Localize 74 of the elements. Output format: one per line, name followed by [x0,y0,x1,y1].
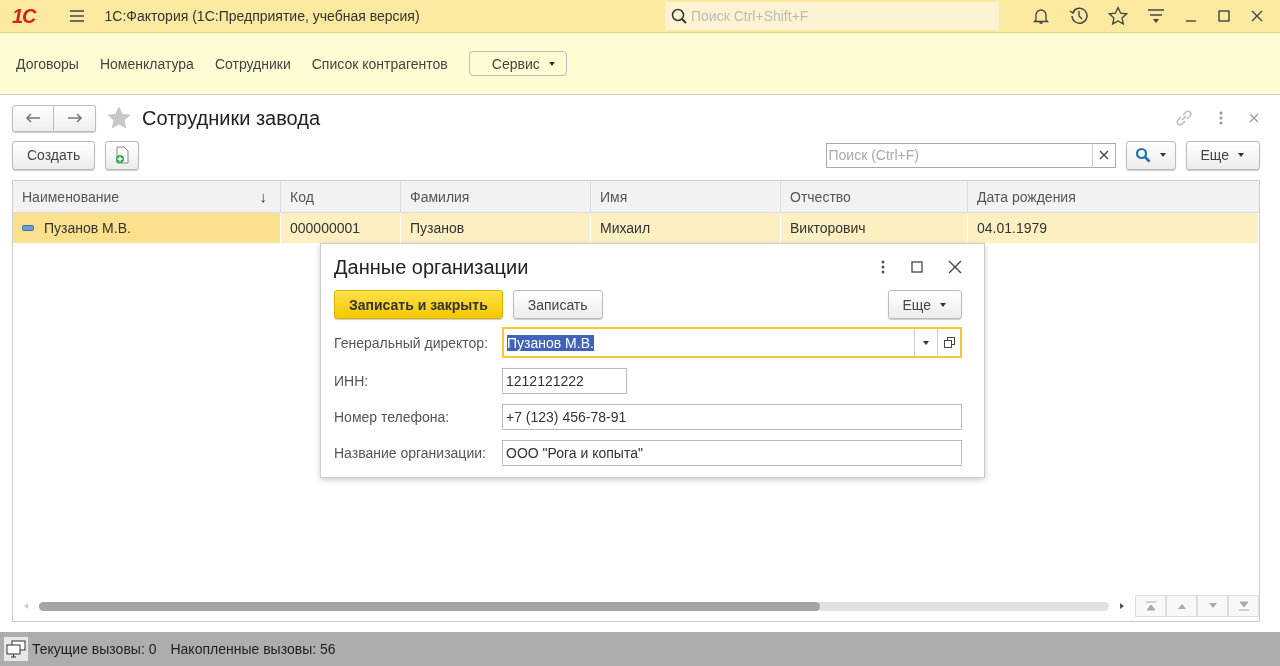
service-menu-button[interactable]: Сервис [468,51,567,76]
field-label: Номер телефона: [334,409,451,425]
sort-mark: ↓ [259,188,267,205]
maximize-icon[interactable] [911,261,923,273]
last-row-button[interactable] [1228,595,1259,617]
form-title: Сотрудники завода [142,106,321,130]
column-header[interactable]: Фамилия [401,181,591,212]
more-button[interactable]: Еще [887,290,962,319]
search-icon [1134,147,1151,163]
filter-icon[interactable] [1147,7,1165,25]
right-arrow-icon [66,113,83,123]
table-cell: Михаил [600,220,651,236]
more-options-icon[interactable] [880,259,886,275]
caret-icon [939,301,947,308]
section-link[interactable]: Сотрудники [214,55,291,72]
document-plus-icon [114,146,131,164]
app-title: 1С:Фактория (1С:Предприятие, учебная версия) [104,8,420,24]
text-field[interactable]: 1212121222 [502,368,627,394]
scroll-right-icon[interactable] [1119,603,1125,609]
caret-icon [1158,152,1167,158]
save-and-close-button[interactable]: Записать и закрыть [334,290,503,319]
create-button[interactable]: Создать [12,140,96,170]
favorite-star-icon[interactable] [106,105,132,131]
clear-button[interactable] [1091,142,1116,168]
horizontal-scrollbar[interactable] [39,601,1109,611]
field-label: Генеральный директор: [334,334,490,351]
save-button[interactable]: Записать [512,290,603,319]
close-icon[interactable] [1250,9,1264,23]
text-field[interactable]: +7 (123) 456-78-91 [502,404,962,430]
left-arrow-icon [25,113,41,123]
current-calls-text: Текущие вызовы: 0 [32,641,157,657]
column-header[interactable]: Отчество [781,181,968,212]
field-label: ИНН: [334,373,370,389]
table-cell: Пузанов М.В. [44,220,131,236]
column-header[interactable]: Имя [591,181,781,212]
table-row[interactable]: Пузанов М.В. 000000001 Пузанов Михаил Викторович 04.01.1979 [13,213,1259,243]
accumulated-calls-text: Накопленные вызовы: 56 [170,641,336,657]
caret-icon [547,60,556,67]
back-button[interactable] [12,104,54,132]
add-document-button[interactable] [105,140,140,170]
choice-field[interactable]: Пузанов М.В. [502,327,962,358]
column-header[interactable]: Дата рождения [968,181,1259,212]
more-button[interactable]: Еще [1185,140,1260,170]
section-link[interactable]: Договоры [16,55,79,72]
monitors-icon[interactable] [6,640,26,658]
table-cell: Пузанов [410,220,465,236]
section-link[interactable]: Номенклатура [99,55,194,72]
maximize-icon[interactable] [1217,9,1231,23]
table-cell: Викторович [790,220,866,236]
item-icon [22,225,34,231]
section-link[interactable]: Список контрагентов [311,55,448,72]
app-logo: 1С [12,4,36,28]
menu-icon[interactable] [68,9,85,23]
open-copy-icon[interactable] [943,337,955,348]
table-cell: 000000001 [290,220,361,236]
search-field[interactable]: Поиск (Ctrl+F) [825,142,1092,168]
history-icon[interactable] [1069,6,1089,26]
search-button[interactable] [1125,140,1176,170]
field-label: Название организации: [334,445,487,461]
global-search-field[interactable]: Поиск Ctrl+Shift+F [665,2,999,30]
text-field[interactable]: ООО "Рога и копыта" [502,440,962,466]
bell-icon[interactable] [1032,7,1050,25]
dropdown-icon[interactable] [922,339,930,346]
star-icon[interactable] [1108,6,1128,26]
caret-icon [1237,152,1245,158]
table-cell: 04.01.1979 [977,220,1048,236]
close-icon[interactable] [948,260,962,274]
to-top-icon [1144,601,1157,611]
dialog-title: Данные организации [334,255,529,279]
clear-icon[interactable] [1098,150,1109,160]
to-bottom-icon [1237,601,1250,611]
column-header[interactable]: Наименование ↓ [13,181,281,212]
forward-button[interactable] [54,104,96,132]
column-header[interactable]: Код [281,181,401,212]
